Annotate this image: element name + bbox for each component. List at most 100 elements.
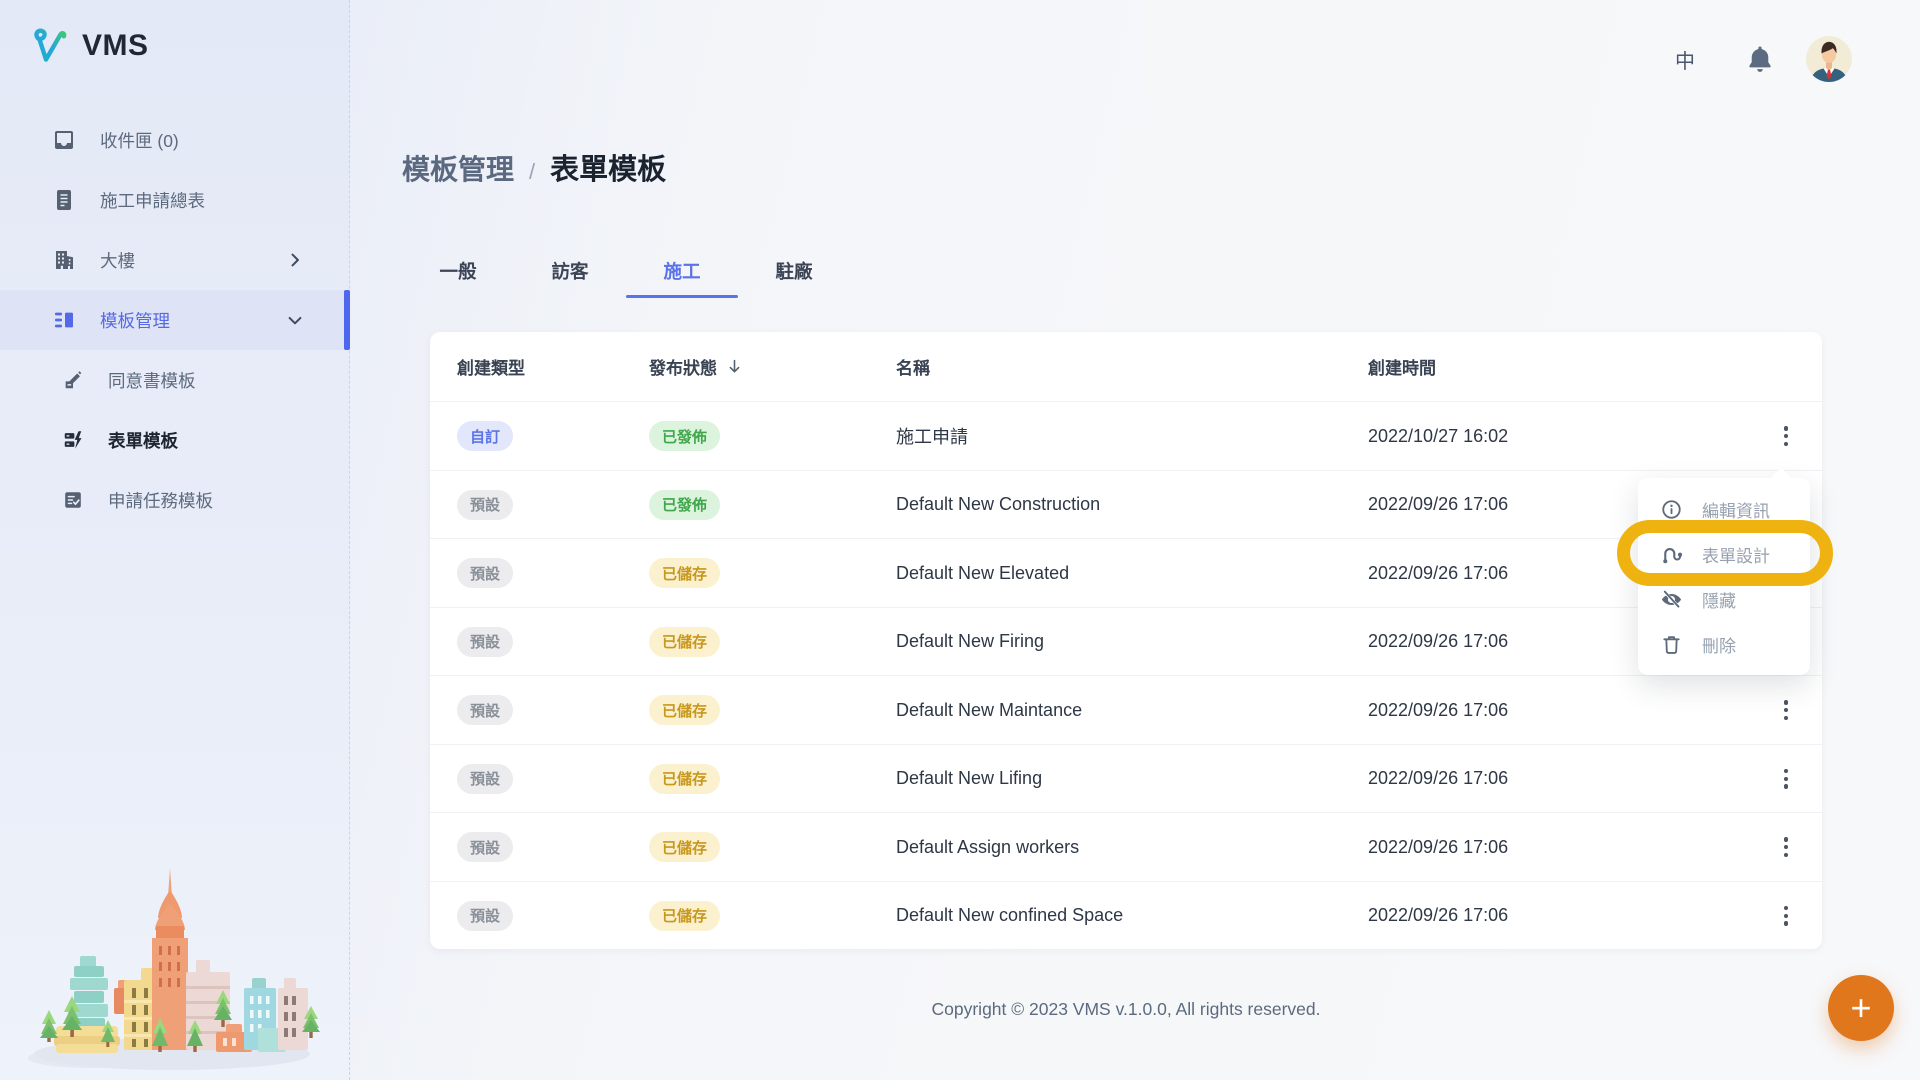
construction-list-icon <box>52 188 76 212</box>
table-row: 預設 已儲存 Default New confined Space 2022/0… <box>430 881 1822 950</box>
chevron-right-icon <box>285 250 305 270</box>
row-actions-button[interactable] <box>1770 882 1802 951</box>
table-row: 預設 已發佈 Default New Construction 2022/09/… <box>430 470 1822 539</box>
created-time: 2022/10/27 16:02 <box>1368 426 1508 447</box>
inbox-icon <box>52 128 76 152</box>
table-row: 預設 已儲存 Default Assign workers 2022/09/26… <box>430 812 1822 881</box>
tab-label: 一般 <box>439 258 476 284</box>
table-row: 自訂 已發佈 施工申請 2022/10/27 16:02 <box>430 401 1822 470</box>
copyright-text: Copyright © 2023 VMS v.1.0.0, All rights… <box>430 999 1822 1020</box>
created-time: 2022/09/26 17:06 <box>1368 700 1508 721</box>
type-badge: 預設 <box>457 490 513 520</box>
row-actions-button[interactable] <box>1770 676 1802 745</box>
tab-resident[interactable]: 駐廠 <box>738 244 850 298</box>
row-actions-button[interactable] <box>1770 745 1802 814</box>
sidebar-item-construction-list[interactable]: 施工申請總表 <box>0 170 349 230</box>
status-badge: 已儲存 <box>649 627 720 657</box>
vms-logo-icon <box>28 26 68 66</box>
template-name: 施工申請 <box>896 423 968 449</box>
menu-item-label: 刪除 <box>1702 632 1736 657</box>
trash-icon <box>1660 633 1683 656</box>
page-title: 表單模板 <box>550 146 666 188</box>
created-time: 2022/09/26 17:06 <box>1368 905 1508 926</box>
table-row: 預設 已儲存 Default New Firing 2022/09/26 17:… <box>430 607 1822 676</box>
breadcrumb: 模板管理 / 表單模板 <box>402 146 666 188</box>
template-icon <box>52 308 76 332</box>
sort-desc-icon[interactable] <box>725 357 744 376</box>
info-icon <box>1660 498 1683 521</box>
bell-icon[interactable] <box>1744 43 1776 75</box>
type-badge: 預設 <box>457 558 513 588</box>
type-badge: 預設 <box>457 764 513 794</box>
menu-item-label: 編輯資訊 <box>1702 497 1770 522</box>
tab-label: 訪客 <box>551 258 588 284</box>
row-actions-button[interactable] <box>1770 402 1802 471</box>
add-template-fab[interactable]: + <box>1828 975 1894 1041</box>
type-badge: 預設 <box>457 832 513 862</box>
created-time: 2022/09/26 17:06 <box>1368 494 1508 515</box>
sidebar: VMS 收件匣 (0) 施工申請總表 大樓 模板管理 同意書模板 表單模板 申請… <box>0 0 350 1080</box>
sidebar-item-label: 申請任務模板 <box>108 488 213 513</box>
form-icon <box>62 429 84 451</box>
type-badge: 預設 <box>457 627 513 657</box>
template-name: Default New Maintance <box>896 700 1082 721</box>
sidebar-item-building[interactable]: 大樓 <box>0 230 349 290</box>
created-time: 2022/09/26 17:06 <box>1368 768 1508 789</box>
status-badge: 已儲存 <box>649 832 720 862</box>
tab-label: 施工 <box>663 258 700 284</box>
table-row: 預設 已儲存 Default New Maintance 2022/09/26 … <box>430 675 1822 744</box>
menu-item-label: 表單設計 <box>1702 542 1770 567</box>
table-header-row: 創建類型 發布狀態 名稱 創建時間 <box>430 332 1822 401</box>
sidebar-item-label: 施工申請總表 <box>100 188 205 213</box>
menu-item-form-design[interactable]: 表單設計 <box>1638 532 1810 577</box>
created-time: 2022/09/26 17:06 <box>1368 631 1508 652</box>
sidebar-item-task-template[interactable]: 申請任務模板 <box>0 470 349 530</box>
template-name: Default New Elevated <box>896 563 1069 584</box>
tab-visitor[interactable]: 訪客 <box>514 244 626 298</box>
tab-bar: 一般 訪客 施工 駐廠 <box>402 244 850 298</box>
column-header[interactable]: 創建類型 <box>457 332 525 401</box>
type-badge: 預設 <box>457 695 513 725</box>
type-badge: 自訂 <box>457 421 513 451</box>
sidebar-item-form-template[interactable]: 表單模板 <box>0 410 349 470</box>
status-badge: 已儲存 <box>649 558 720 588</box>
sidebar-item-inbox[interactable]: 收件匣 (0) <box>0 110 349 170</box>
eye-off-icon <box>1660 588 1683 611</box>
sidebar-item-label: 大樓 <box>100 248 135 273</box>
sidebar-item-label: 表單模板 <box>108 428 178 453</box>
template-name: Default New confined Space <box>896 905 1123 926</box>
user-avatar[interactable] <box>1806 36 1852 82</box>
city-illustration <box>20 860 322 1078</box>
status-badge: 已發佈 <box>649 421 720 451</box>
route-icon <box>1660 543 1683 566</box>
created-time: 2022/09/26 17:06 <box>1368 563 1508 584</box>
status-badge: 已儲存 <box>649 901 720 931</box>
menu-item-edit-info[interactable]: 編輯資訊 <box>1638 487 1810 532</box>
sidebar-item-consent-template[interactable]: 同意書模板 <box>0 350 349 410</box>
table-body: 自訂 已發佈 施工申請 2022/10/27 16:02 預設 已發佈 Defa… <box>430 401 1822 949</box>
tab-general[interactable]: 一般 <box>402 244 514 298</box>
sidebar-item-label: 收件匣 (0) <box>100 128 179 153</box>
sidebar-item-template-mgmt[interactable]: 模板管理 <box>0 290 349 350</box>
language-toggle-button[interactable]: 中 <box>1666 40 1704 78</box>
brand-text: VMS <box>82 29 149 63</box>
menu-item-delete[interactable]: 刪除 <box>1638 622 1810 667</box>
column-header[interactable]: 名稱 <box>896 332 930 401</box>
building-icon <box>52 248 76 272</box>
status-badge: 已儲存 <box>649 764 720 794</box>
column-header[interactable]: 創建時間 <box>1368 332 1436 401</box>
column-header[interactable]: 發布狀態 <box>649 332 744 401</box>
template-table-card: 創建類型 發布狀態 名稱 創建時間 自訂 已發佈 施工申請 2022/10/27… <box>430 332 1822 949</box>
table-row: 預設 已儲存 Default New Elevated 2022/09/26 1… <box>430 538 1822 607</box>
breadcrumb-parent[interactable]: 模板管理 <box>402 148 514 188</box>
tab-label: 駐廠 <box>775 258 812 284</box>
row-context-menu: 編輯資訊 表單設計 隱藏 刪除 <box>1638 478 1810 675</box>
chevron-down-icon <box>285 310 305 330</box>
menu-item-hide[interactable]: 隱藏 <box>1638 577 1810 622</box>
template-name: Default New Firing <box>896 631 1044 652</box>
row-actions-button[interactable] <box>1770 813 1802 882</box>
tasks-icon <box>62 489 84 511</box>
breadcrumb-separator: / <box>529 159 535 185</box>
tab-construction[interactable]: 施工 <box>626 244 738 298</box>
type-badge: 預設 <box>457 901 513 931</box>
